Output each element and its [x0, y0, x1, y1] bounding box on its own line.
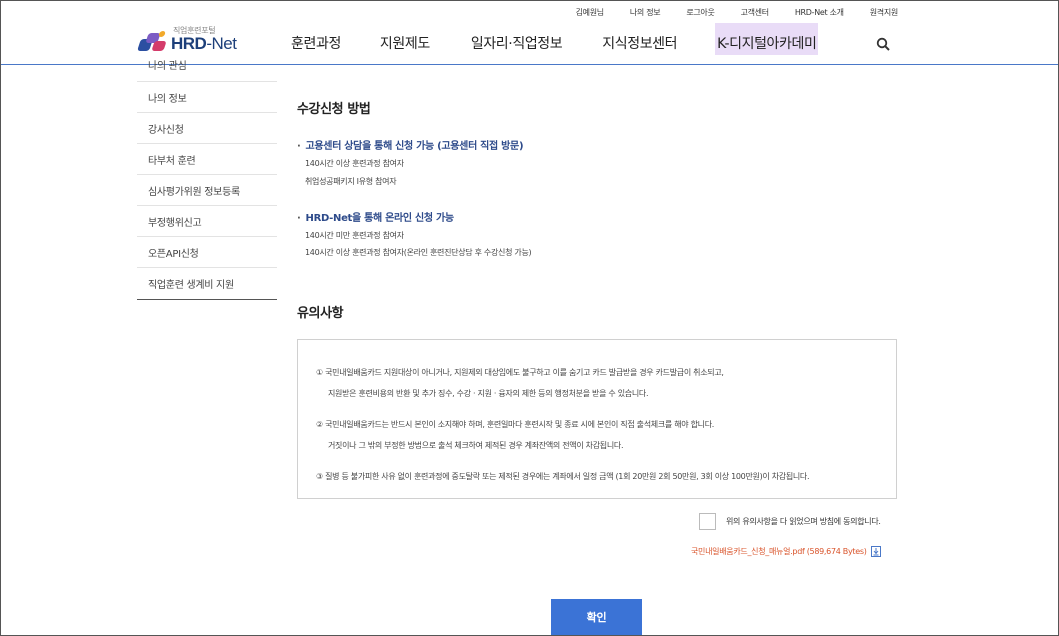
sidebar-item-living-cost[interactable]: 직업훈련 생계비 지원 — [137, 268, 277, 299]
sidebar-menu: 나의 관심 나의 정보 강사신청 타부처 훈련 심사평가위원 정보등록 부정행위… — [137, 53, 277, 300]
sidebar-item-interest[interactable]: 나의 관심 — [137, 53, 277, 82]
utility-links: 김예원님 나의 정보 로그아웃 고객센터 HRD-Net 소개 원격지원 — [550, 7, 899, 18]
notice-box: ① 국민내일배움카드 지원대상이 아니거나, 지원제외 대상임에도 불구하고 이… — [297, 339, 897, 499]
util-customer-center[interactable]: 고객센터 — [741, 7, 770, 18]
agree-label: 위의 유의사항을 다 읽었으며 방침에 동의합니다. — [726, 517, 881, 526]
apply-group-line: 140시간 이상 훈련과정 참여자(온라인 훈련진단상담 후 수강신청 가능) — [305, 248, 532, 257]
notice-line: 거짓이나 그 밖의 부정한 방법으로 출석 체크하여 제적된 경우 계좌잔액의 … — [328, 441, 624, 450]
gnb-training[interactable]: 훈련과정 — [291, 33, 341, 55]
sidebar-item-other-ministry[interactable]: 타부처 훈련 — [137, 144, 277, 175]
apply-group-line: 140시간 미만 훈련과정 참여자 — [305, 231, 404, 240]
agree-row: 위의 유의사항을 다 읽었으며 방침에 동의합니다. — [699, 513, 881, 530]
sidebar-item-evaluator[interactable]: 심사평가위원 정보등록 — [137, 175, 277, 206]
confirm-button[interactable]: 확인 — [551, 599, 642, 635]
download-icon[interactable] — [870, 546, 881, 557]
search-icon[interactable] — [876, 37, 890, 51]
global-nav: 훈련과정 지원제도 일자리·직업정보 지식정보센터 K-디지털아카데미 — [291, 23, 819, 55]
sidebar-item-open-api[interactable]: 오픈API신청 — [137, 237, 277, 268]
util-logout[interactable]: 로그아웃 — [686, 7, 715, 18]
apply-group-line: 취업성공패키지 Ⅰ유형 참여자 — [305, 177, 397, 186]
agree-checkbox[interactable] — [699, 513, 716, 530]
util-user-name[interactable]: 김예원님 — [576, 7, 605, 18]
notice-line: ③ 질병 등 불가피한 사유 없이 훈련과정에 중도탈락 또는 제적된 경우에는… — [316, 472, 810, 481]
gnb-support[interactable]: 지원제도 — [380, 33, 430, 55]
manual-download: 국민내일배움카드_신청_매뉴얼.pdf (589,674 Bytes) — [691, 546, 881, 557]
apply-group-line: 140시간 이상 훈련과정 참여자 — [305, 159, 404, 168]
logo-mark-icon — [137, 31, 167, 53]
sidebar-item-my-info[interactable]: 나의 정보 — [137, 82, 277, 113]
util-remote-support[interactable]: 원격지원 — [870, 7, 899, 18]
sidebar-item-instructor[interactable]: 강사신청 — [137, 113, 277, 144]
logo-brand: HRD-Net — [171, 34, 237, 53]
util-about[interactable]: HRD-Net 소개 — [795, 7, 844, 18]
gnb-knowledge[interactable]: 지식정보센터 — [602, 33, 677, 55]
sidebar-item-fraud-report[interactable]: 부정행위신고 — [137, 206, 277, 237]
apply-group-title: HRD-Net을 통해 온라인 신청 가능 — [297, 209, 455, 224]
apply-group-title: 고용센터 상담을 통해 신청 가능 (고용센터 직접 방문) — [297, 137, 524, 152]
notice-line: ② 국민내일배움카드는 반드시 본인이 소지해야 하며, 훈련일마다 훈련시작 … — [316, 420, 714, 429]
notice-line: ① 국민내일배움카드 지원대상이 아니거나, 지원제외 대상임에도 불구하고 이… — [316, 368, 724, 377]
notice-line: 지원받은 훈련비용의 반환 및 추가 징수, 수강 · 지원 · 융자의 제한 … — [328, 389, 649, 398]
util-my-info[interactable]: 나의 정보 — [630, 7, 661, 18]
gnb-k-digital[interactable]: K-디지털아카데미 — [715, 23, 819, 55]
manual-pdf-link[interactable]: 국민내일배움카드_신청_매뉴얼.pdf (589,674 Bytes) — [691, 546, 867, 557]
notice-title: 유의사항 — [297, 306, 344, 321]
apply-method-title: 수강신청 방법 — [297, 102, 371, 117]
gnb-jobs[interactable]: 일자리·직업정보 — [471, 33, 563, 55]
